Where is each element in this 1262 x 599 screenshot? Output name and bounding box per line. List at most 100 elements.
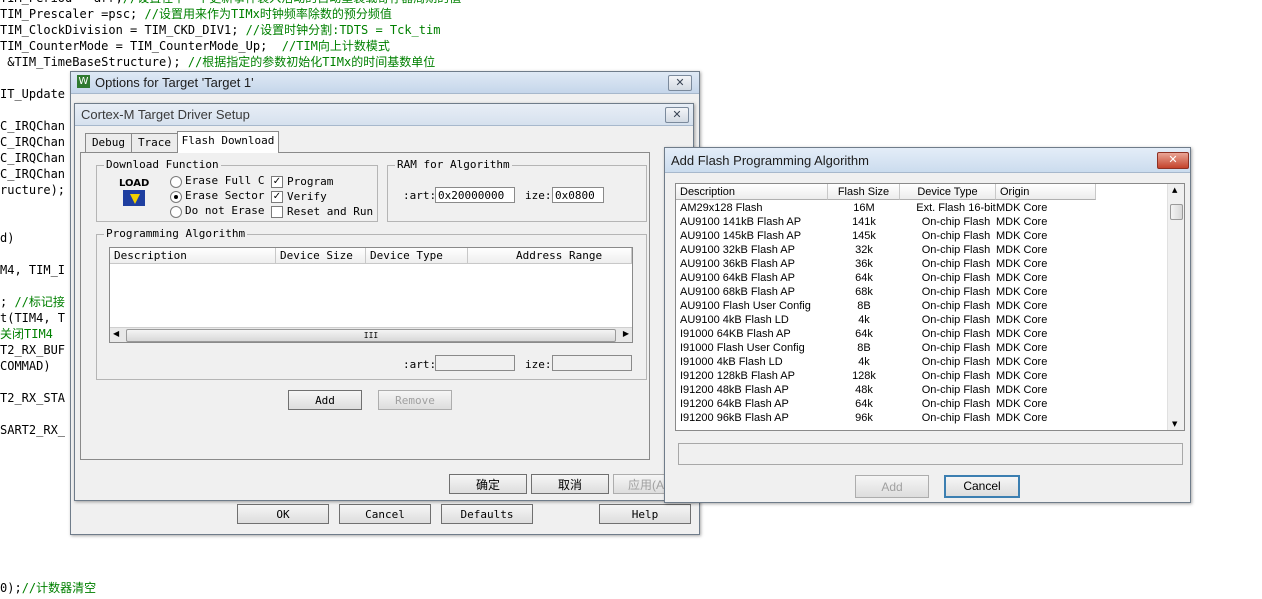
ram-start-input[interactable]: 0x20000000 [435, 187, 515, 203]
flash-col-description[interactable]: Description [676, 184, 828, 200]
code-comment: //设置时钟分割:TDTS = Tck_tim [245, 23, 441, 37]
erase-full-chip-radio[interactable] [170, 176, 182, 188]
remove-algorithm-button[interactable]: Remove [378, 390, 452, 410]
flash-algorithm-list[interactable]: Description Flash Size Device Type Origin A… [675, 183, 1185, 431]
flash-algorithm-row[interactable]: AU9100 68kB Flash AP 68k On-chip Flash MDK … [676, 285, 1166, 299]
options-ok-button[interactable]: OK [237, 504, 329, 524]
horizontal-scrollbar[interactable]: ◀ III ▶ [110, 327, 632, 342]
options-title-bar[interactable]: W Options for Target 'Target 1' ✕ [71, 72, 699, 94]
flash-algorithm-row[interactable]: AM29x128 Flash 16M Ext. Flash 16-bit MDK Co… [676, 201, 1166, 215]
driver-cancel-button[interactable]: 取消 [531, 474, 609, 494]
download-function-label: Download Function [104, 158, 221, 171]
col-address-range[interactable]: Address Range [468, 248, 632, 264]
driver-ok-button[interactable]: 确定 [449, 474, 527, 494]
scroll-left-arrow-icon[interactable]: ◀ [113, 329, 119, 338]
flash-algorithm-row[interactable]: I91000 Flash User Config 8B On-chip Flash M… [676, 341, 1166, 355]
add-flash-algorithm-dialog: Add Flash Programming Algorithm ✕ Descri… [664, 147, 1191, 503]
vertical-scroll-thumb[interactable] [1170, 204, 1183, 220]
flash-title-bar[interactable]: Add Flash Programming Algorithm ✕ [665, 148, 1190, 173]
code-text: C_IRQChan [0, 167, 66, 181]
flash-row-description: AU9100 4kB Flash LD [680, 314, 789, 326]
algo-size-input[interactable] [552, 355, 632, 371]
flash-algorithm-row[interactable]: I91200 128kB Flash AP 128k On-chip Flash MD… [676, 369, 1166, 383]
flash-algorithm-row[interactable]: I91000 4kB Flash LD 4k On-chip Flash MDK Co… [676, 355, 1166, 369]
vertical-scrollbar[interactable]: ▲ ▼ [1167, 184, 1184, 430]
flash-algorithm-row[interactable]: I91200 64kB Flash AP 64k On-chip Flash MDK … [676, 397, 1166, 411]
tab-flash-download[interactable]: Flash Download [177, 131, 279, 153]
options-close-button[interactable]: ✕ [668, 75, 692, 91]
ram-size-input[interactable]: 0x0800 [552, 187, 604, 203]
flash-algorithm-row[interactable]: AU9100 Flash User Config 8B On-chip Flash M… [676, 299, 1166, 313]
code-text: ructure); [0, 183, 66, 197]
flash-algorithm-row[interactable]: I91200 96kB Flash AP 96k On-chip Flash MDK … [676, 411, 1166, 425]
flash-algorithm-row[interactable]: AU9100 32kB Flash AP 32k On-chip Flash MDK … [676, 243, 1166, 257]
driver-close-button[interactable]: ✕ [665, 107, 689, 123]
scroll-thumb[interactable]: III [126, 329, 616, 342]
col-device-type[interactable]: Device Type [366, 248, 468, 264]
options-defaults-button[interactable]: Defaults [441, 504, 533, 524]
flash-row-description: I91000 Flash User Config [680, 342, 805, 354]
col-device-size[interactable]: Device Size [276, 248, 366, 264]
flash-row-size: 145k [852, 230, 876, 242]
scroll-right-arrow-icon[interactable]: ▶ [623, 329, 629, 338]
flash-row-description: I91200 96kB Flash AP [680, 412, 789, 424]
algo-start-input[interactable] [435, 355, 515, 371]
flash-add-button[interactable]: Add [855, 475, 929, 498]
flash-col-origin[interactable]: Origin [996, 184, 1096, 200]
flash-algorithm-row[interactable]: AU9100 36kB Flash AP 36k On-chip Flash MDK … [676, 257, 1166, 271]
flash-algorithm-row[interactable]: AU9100 141kB Flash AP 141k On-chip Flash MD… [676, 215, 1166, 229]
flash-algorithm-row[interactable]: I91000 64KB Flash AP 64k On-chip Flash MDK … [676, 327, 1166, 341]
code-line: M4, TIM_I [0, 263, 65, 278]
code-line: TIM_Prescaler =psc; //设置用来作为TIMx时钟频率除数的预… [0, 7, 392, 22]
code-line: t(TIM4, T [0, 311, 65, 326]
flash-col-device-type[interactable]: Device Type [900, 184, 996, 200]
tab-debug[interactable]: Debug [85, 133, 132, 152]
code-text: &TIM_TimeBaseStructure); [0, 55, 188, 69]
programming-algorithm-list[interactable]: Description Device Size Device Type Addr… [109, 247, 633, 343]
erase-sector-radio[interactable] [170, 191, 182, 203]
verify-checkbox[interactable]: ✓ [271, 191, 283, 203]
col-description[interactable]: Description [110, 248, 276, 264]
do-not-erase-radio[interactable] [170, 206, 182, 218]
code-line: T2_RX_BUF [0, 343, 65, 358]
flash-algorithm-row[interactable]: AU9100 64kB Flash AP 64k On-chip Flash MDK … [676, 271, 1166, 285]
flash-row-size: 64k [855, 398, 873, 410]
flash-row-description: I91200 48kB Flash AP [680, 384, 789, 396]
scroll-up-arrow-icon[interactable]: ▲ [1172, 186, 1177, 194]
flash-row-origin: MDK Core [996, 398, 1048, 410]
flash-algorithm-row[interactable]: AU9100 145kB Flash AP 145k On-chip Flash MD… [676, 229, 1166, 243]
flash-status-box [678, 443, 1183, 465]
flash-row-size: 64k [855, 328, 873, 340]
flash-row-size: 68k [855, 286, 873, 298]
code-text: ; [0, 295, 15, 309]
code-line: C_IRQChan [0, 119, 65, 134]
scroll-down-arrow-icon[interactable]: ▼ [1172, 420, 1177, 428]
flash-row-device-type: On-chip Flash [921, 272, 991, 284]
flash-row-size: 4k [858, 356, 870, 368]
options-cancel-button[interactable]: Cancel [339, 504, 431, 524]
flash-col-flash-size[interactable]: Flash Size [828, 184, 900, 200]
driver-apply-button[interactable]: 应用(A [613, 474, 669, 494]
tab-trace[interactable]: Trace [131, 133, 178, 152]
keil-app-icon: W [77, 75, 90, 88]
ram-for-algorithm-label: RAM for Algorithm [395, 158, 512, 171]
code-line: T2_RX_STA [0, 391, 65, 406]
flash-row-device-type: On-chip Flash [921, 230, 991, 242]
code-text: TIM_Prescaler =psc; [0, 7, 145, 21]
options-help-button[interactable]: Help [599, 504, 691, 524]
flash-cancel-button[interactable]: Cancel [944, 475, 1020, 498]
flash-algorithm-row[interactable]: I91200 48kB Flash AP 48k On-chip Flash MDK … [676, 383, 1166, 397]
flash-title: Add Flash Programming Algorithm [671, 153, 869, 168]
driver-title-bar[interactable]: Cortex-M Target Driver Setup ✕ [75, 104, 693, 126]
flash-row-description: AU9100 68kB Flash AP [680, 286, 795, 298]
code-text: t(TIM4, T [0, 311, 66, 325]
flash-algorithm-row[interactable]: AU9100 4kB Flash LD 4k On-chip Flash MDK Co… [676, 313, 1166, 327]
reset-and-run-checkbox[interactable] [271, 206, 283, 218]
code-line: COMMAD) [0, 359, 51, 374]
algo-size-label: ize: [525, 358, 552, 371]
code-comment: //根据指定的参数初始化TIMx的时间基数单位 [187, 55, 436, 69]
program-checkbox[interactable]: ✓ [271, 176, 283, 188]
add-algorithm-button[interactable]: Add [288, 390, 362, 410]
flash-row-description: AU9100 Flash User Config [680, 300, 811, 312]
flash-close-button[interactable]: ✕ [1157, 152, 1189, 169]
